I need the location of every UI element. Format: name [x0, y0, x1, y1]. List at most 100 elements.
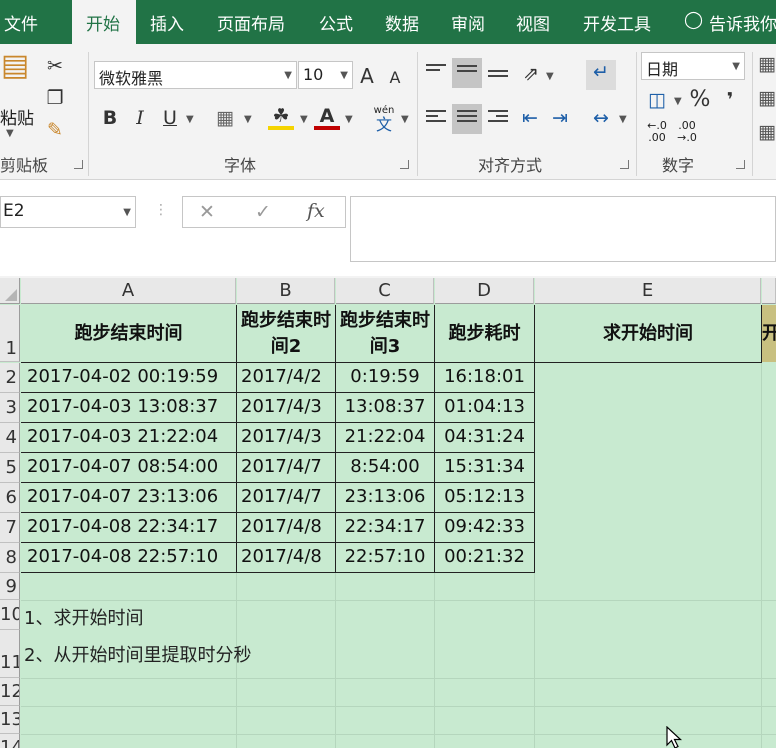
tab-data[interactable]: 数据	[385, 10, 419, 35]
table-cell[interactable]: 16:18:01	[435, 363, 534, 391]
enter-icon[interactable]: ✓	[255, 201, 271, 223]
table-cell[interactable]: 2017-04-08 22:34:17	[27, 513, 218, 541]
increase-decimal-button[interactable]: ←.0.00	[644, 120, 670, 144]
row-header[interactable]: 3	[0, 393, 20, 423]
table-cell[interactable]: 21:22:04	[336, 423, 434, 451]
copy-icon[interactable]: ❐	[42, 86, 68, 110]
table-cell[interactable]: 00:21:32	[435, 543, 534, 571]
column-header-b[interactable]: B	[237, 278, 335, 304]
align-top-icon[interactable]	[426, 64, 446, 80]
align-left-icon[interactable]	[426, 110, 446, 126]
table-cell[interactable]: 2017/4/2	[241, 363, 322, 391]
table-cell[interactable]: 0:19:59	[336, 363, 434, 391]
header-cell[interactable]: 跑步耗时	[435, 305, 534, 362]
table-cell[interactable]: 05:12:13	[435, 483, 534, 511]
row-header[interactable]: 5	[0, 453, 20, 483]
comma-button[interactable]: ❜	[720, 88, 740, 112]
tab-file[interactable]: 文件	[4, 10, 38, 35]
font-name-combo[interactable]: 微软雅黑 ▼	[94, 61, 297, 89]
number-launcher-icon[interactable]	[736, 160, 745, 169]
formula-input[interactable]	[350, 196, 776, 262]
table-cell[interactable]: 15:31:34	[435, 453, 534, 481]
font-color-dropdown-icon[interactable]: ▼	[345, 114, 353, 125]
header-cell[interactable]: 跑步结束时间2	[237, 305, 335, 362]
table-cell[interactable]: 01:04:13	[435, 393, 534, 421]
align-center-icon[interactable]	[452, 104, 482, 134]
currency-icon[interactable]: ◫	[642, 88, 672, 112]
borders-icon[interactable]: ▦	[212, 106, 238, 130]
alignment-launcher-icon[interactable]	[620, 160, 629, 169]
table-cell[interactable]: 13:08:37	[336, 393, 434, 421]
decrease-decimal-button[interactable]: .00 →.0	[674, 120, 700, 144]
column-header-e[interactable]: E	[535, 278, 761, 304]
row-header[interactable]: 10	[0, 600, 20, 630]
orientation-icon[interactable]: ⇗	[518, 62, 544, 86]
font-color-icon[interactable]: A	[314, 104, 340, 130]
table-cell[interactable]: 2017-04-03 21:22:04	[27, 423, 218, 451]
fill-color-icon[interactable]: ☘	[268, 104, 294, 130]
row-header[interactable]: 4	[0, 423, 20, 453]
row-header[interactable]: 14	[0, 734, 20, 748]
number-format-combo[interactable]: 日期 ▼	[641, 52, 745, 80]
column-header-f[interactable]	[762, 278, 776, 304]
tab-review[interactable]: 审阅	[451, 10, 485, 35]
table-cell[interactable]: 09:42:33	[435, 513, 534, 541]
table-cell[interactable]: 2017/4/7	[241, 453, 322, 481]
row-header[interactable]: 2	[0, 363, 20, 393]
currency-dropdown-icon[interactable]: ▼	[674, 96, 682, 107]
insert-function-icon[interactable]: fx	[307, 200, 325, 222]
select-all-corner[interactable]	[0, 278, 20, 304]
row-header[interactable]: 8	[0, 543, 20, 573]
decrease-indent-icon[interactable]: ⇤	[517, 106, 543, 130]
column-header-c[interactable]: C	[336, 278, 434, 304]
italic-button[interactable]: I	[128, 106, 152, 130]
tab-view[interactable]: 视图	[516, 10, 550, 35]
paste-dropdown-icon[interactable]: ▼	[6, 128, 14, 139]
row-header[interactable]: 13	[0, 706, 20, 734]
row-header[interactable]: 1	[0, 305, 20, 362]
align-middle-icon[interactable]	[452, 58, 482, 88]
table-cell[interactable]: 04:31:24	[435, 423, 534, 451]
table-cell[interactable]: 2017-04-08 22:57:10	[27, 543, 218, 571]
fill-dropdown-icon[interactable]: ▼	[300, 114, 308, 125]
table-cell[interactable]: 8:54:00	[336, 453, 434, 481]
worksheet-grid[interactable]: A B C D E 1 2 3 4 5 6 7 8 9 10 11 12 13 …	[0, 278, 776, 748]
clipboard-launcher-icon[interactable]	[74, 160, 83, 169]
phonetic-dropdown-icon[interactable]: ▼	[401, 114, 409, 125]
phonetic-icon[interactable]: wén 文	[372, 106, 396, 134]
name-box[interactable]: E2 ▼	[0, 196, 136, 228]
row-header[interactable]: 11	[0, 630, 20, 678]
header-cell[interactable]: 开	[762, 305, 776, 362]
increase-indent-icon[interactable]: ⇥	[547, 106, 573, 130]
cut-icon[interactable]: ✂	[42, 54, 68, 78]
format-painter-icon[interactable]: ✎	[42, 118, 68, 142]
row-header[interactable]: 12	[0, 678, 20, 706]
table-cell[interactable]: 2017/4/8	[241, 513, 322, 541]
format-table-icon[interactable]: ▦	[758, 86, 776, 110]
font-size-combo[interactable]: 10 ▼	[298, 61, 353, 89]
borders-dropdown-icon[interactable]: ▼	[244, 114, 252, 125]
header-cell[interactable]: 求开始时间	[535, 305, 761, 362]
underline-button[interactable]: U	[158, 106, 182, 130]
column-header-d[interactable]: D	[435, 278, 534, 304]
header-cell[interactable]: 跑步结束时间3	[336, 305, 434, 362]
conditional-format-icon[interactable]: ▦	[758, 52, 776, 76]
tab-insert[interactable]: 插入	[150, 10, 184, 35]
shrink-font-icon[interactable]: A	[384, 66, 406, 90]
cell-styles-icon[interactable]: ▦	[758, 120, 776, 144]
percent-button[interactable]: %	[688, 88, 712, 112]
table-cell[interactable]: 2017-04-07 23:13:06	[27, 483, 218, 511]
table-cell[interactable]: 22:57:10	[336, 543, 434, 571]
table-cell[interactable]: 2017-04-02 00:19:59	[27, 363, 218, 391]
merge-dropdown-icon[interactable]: ▼	[619, 114, 627, 125]
align-right-icon[interactable]	[488, 110, 508, 126]
tab-page-layout[interactable]: 页面布局	[217, 10, 285, 35]
orientation-dropdown-icon[interactable]: ▼	[546, 71, 554, 82]
table-cell[interactable]: 23:13:06	[336, 483, 434, 511]
column-header-a[interactable]: A	[21, 278, 236, 304]
table-cell[interactable]: 22:34:17	[336, 513, 434, 541]
table-cell[interactable]: 2017/4/3	[241, 393, 322, 421]
cancel-icon[interactable]: ✕	[199, 201, 215, 223]
bold-button[interactable]: B	[98, 106, 122, 130]
row-header[interactable]: 7	[0, 513, 20, 543]
